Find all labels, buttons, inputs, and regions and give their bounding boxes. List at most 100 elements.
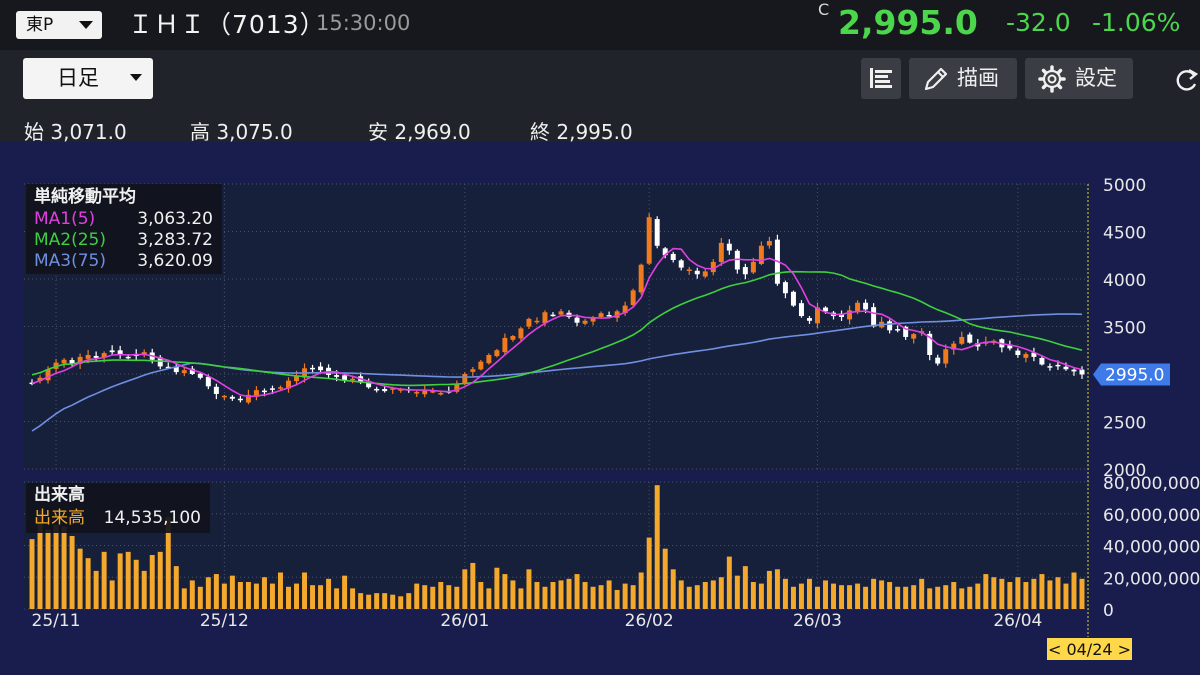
volume-bar xyxy=(686,586,692,609)
draw-label: 描画 xyxy=(957,66,999,90)
candle-body xyxy=(1079,369,1085,375)
volume-bar xyxy=(590,586,596,609)
settings-label: 設定 xyxy=(1075,66,1117,90)
price-change: -32.0 xyxy=(1006,8,1071,37)
candle-body xyxy=(766,241,772,246)
candle-body xyxy=(229,396,235,399)
price-tick-label: 3500 xyxy=(1103,319,1146,339)
volume-bar xyxy=(895,586,901,609)
volume-bar xyxy=(927,588,933,609)
volume-tick-label: 60,000,000 xyxy=(1103,506,1200,526)
volume-bar xyxy=(1079,578,1085,609)
volume-bar xyxy=(646,537,652,609)
volume-bar xyxy=(879,580,885,609)
volume-bar xyxy=(630,585,636,609)
volume-bar xyxy=(943,585,949,609)
volume-bar xyxy=(358,593,364,609)
volume-bar xyxy=(999,578,1005,609)
candle-body xyxy=(534,320,540,323)
candle-body xyxy=(261,390,267,393)
date-marker-label: < 04/24 > xyxy=(1048,640,1131,659)
candle-body xyxy=(558,311,564,315)
settings-button[interactable]: 設定 xyxy=(1025,58,1133,99)
ma-legend-name: MA2(25) xyxy=(34,230,106,250)
volume-bar xyxy=(286,586,291,609)
volume-bar xyxy=(614,589,620,609)
volume-bar xyxy=(302,572,308,609)
volume-bar xyxy=(245,582,251,609)
candle-body xyxy=(598,313,604,317)
volume-bar xyxy=(887,582,893,609)
refresh-icon[interactable] xyxy=(1175,66,1199,94)
volume-bar xyxy=(133,559,139,609)
toolbar xyxy=(0,50,1200,112)
volume-bar xyxy=(766,570,772,609)
volume-bar xyxy=(446,585,452,609)
candle-body xyxy=(205,376,211,387)
volume-bar xyxy=(847,585,853,609)
chart-area[interactable]: 500045004000350030002500200080,000,00060… xyxy=(0,142,1200,675)
candle-body xyxy=(269,388,275,390)
candle-body xyxy=(670,253,676,260)
candle-body xyxy=(382,389,388,392)
open-value: 始 3,071.0 xyxy=(24,120,127,144)
volume-bar xyxy=(798,583,804,609)
price-tick-label: 4500 xyxy=(1103,224,1146,244)
current-price-label: 2995.0 xyxy=(1105,365,1164,385)
close-value: 終 2,995.0 xyxy=(530,120,633,144)
volume-tick-label: 80,000,000 xyxy=(1103,474,1200,494)
candle-body xyxy=(798,303,804,317)
volume-bar xyxy=(205,577,211,609)
candle-body xyxy=(414,392,420,394)
volume-bar xyxy=(806,578,812,609)
low-value: 安 2,969.0 xyxy=(368,120,471,144)
bar-list-icon xyxy=(870,68,892,88)
candle-body xyxy=(374,388,380,391)
candle-body xyxy=(526,318,532,327)
candle-body xyxy=(221,395,227,398)
volume-tick-label: 20,000,000 xyxy=(1103,569,1200,589)
draw-button[interactable]: 描画 xyxy=(909,58,1017,99)
candle-body xyxy=(582,320,588,324)
candle-body xyxy=(646,217,652,264)
high-value: 高 3,075.0 xyxy=(190,120,293,144)
candle-body xyxy=(686,269,692,271)
volume-bar xyxy=(1055,577,1061,609)
volume-bar xyxy=(470,562,476,609)
volume-bar xyxy=(654,485,660,609)
x-axis-label: 26/03 xyxy=(793,611,842,631)
volume-bar xyxy=(77,548,83,609)
volume-bar xyxy=(959,588,965,609)
volume-bar xyxy=(1015,577,1021,609)
volume-bar xyxy=(1023,582,1029,609)
volume-bar xyxy=(173,566,179,609)
ma-legend-value: 3,620.09 xyxy=(137,251,213,271)
exchange-label: 東P xyxy=(26,15,54,35)
stock-time: 15:30:00 xyxy=(316,11,411,35)
candle-body xyxy=(494,350,500,357)
volume-bar xyxy=(991,577,997,609)
volume-bar xyxy=(831,583,837,609)
volume-bar xyxy=(382,593,388,609)
volume-bar xyxy=(277,572,283,609)
exchange-select[interactable]: 東P xyxy=(16,11,102,39)
candlestick-chart[interactable]: 500045004000350030002500200080,000,00060… xyxy=(0,142,1200,675)
candle-body xyxy=(93,355,99,358)
candle-body xyxy=(742,267,748,275)
volume-bar xyxy=(430,586,436,609)
volume-bar xyxy=(622,583,628,609)
candle-body xyxy=(702,271,708,277)
candle-body xyxy=(502,337,508,353)
volume-bar xyxy=(454,586,460,609)
volume-bar xyxy=(526,569,532,609)
volume-bar xyxy=(542,586,548,609)
list-button[interactable] xyxy=(861,58,901,99)
volume-bar xyxy=(149,555,155,609)
ma-legend-name: MA1(5) xyxy=(34,209,95,229)
volume-bar xyxy=(734,575,740,609)
candle-body xyxy=(887,321,893,331)
candle-body xyxy=(943,349,949,364)
period-select[interactable]: 日足 xyxy=(23,58,153,99)
volume-bar xyxy=(967,586,973,609)
volume-bar xyxy=(750,582,756,609)
